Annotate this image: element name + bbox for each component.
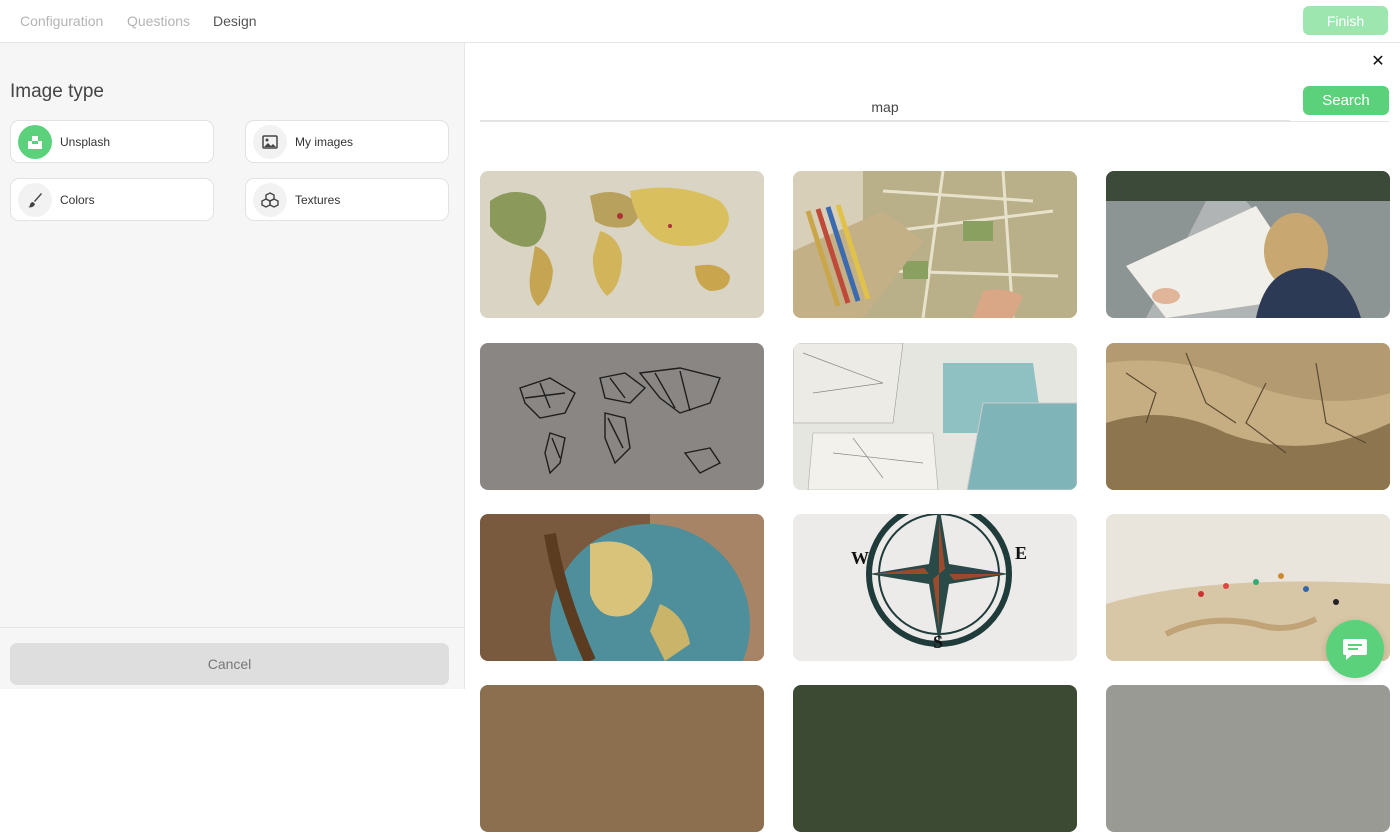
cubes-icon xyxy=(253,183,287,217)
image-result-relief-map[interactable] xyxy=(1106,343,1390,490)
type-option-label: Unsplash xyxy=(60,135,111,149)
tab-questions[interactable]: Questions xyxy=(127,13,190,29)
image-icon xyxy=(253,125,287,159)
close-icon[interactable]: ✕ xyxy=(1371,54,1385,70)
divider xyxy=(480,121,1389,122)
search-button[interactable]: Search xyxy=(1303,86,1389,115)
image-type-panel: Image type Unsplash My images Colors Tex… xyxy=(0,43,465,689)
type-option-unsplash[interactable]: Unsplash xyxy=(10,120,214,163)
image-result[interactable] xyxy=(1106,685,1390,832)
brush-icon xyxy=(18,183,52,217)
image-result-globe[interactable] xyxy=(480,514,764,661)
tab-configuration[interactable]: Configuration xyxy=(20,13,103,29)
type-option-my-images[interactable]: My images xyxy=(245,120,449,163)
image-search-panel: ✕ Search xyxy=(465,43,1400,832)
type-option-textures[interactable]: Textures xyxy=(245,178,449,221)
chat-icon xyxy=(1343,639,1367,660)
unsplash-icon xyxy=(18,125,52,159)
finish-button[interactable]: Finish xyxy=(1303,6,1388,35)
panel-title: Image type xyxy=(10,81,104,102)
search-input[interactable] xyxy=(480,93,1290,121)
image-result-woman-reading-map[interactable] xyxy=(1106,171,1390,318)
type-option-colors[interactable]: Colors xyxy=(10,178,214,221)
top-bar: Configuration Questions Design Finish xyxy=(0,0,1400,43)
tab-design[interactable]: Design xyxy=(213,13,257,29)
chat-button[interactable] xyxy=(1326,620,1384,678)
image-result-city-map-pencils[interactable] xyxy=(793,171,1077,318)
compass-w-label: W xyxy=(851,548,869,568)
image-result-world-map[interactable] xyxy=(480,171,764,318)
type-option-label: Colors xyxy=(60,193,95,207)
compass-e-label: E xyxy=(1015,543,1027,563)
image-result-geometric-world-map[interactable] xyxy=(480,343,764,490)
image-result[interactable] xyxy=(480,685,764,832)
image-result-nautical-maps[interactable] xyxy=(793,343,1077,490)
panel-footer: Cancel xyxy=(0,627,464,689)
compass-s-label: S xyxy=(933,632,943,652)
type-option-label: Textures xyxy=(295,193,341,207)
type-option-label: My images xyxy=(295,135,354,149)
image-result-compass-rose[interactable]: W E S xyxy=(793,514,1077,661)
cancel-button[interactable]: Cancel xyxy=(10,643,449,685)
image-result[interactable] xyxy=(793,685,1077,832)
